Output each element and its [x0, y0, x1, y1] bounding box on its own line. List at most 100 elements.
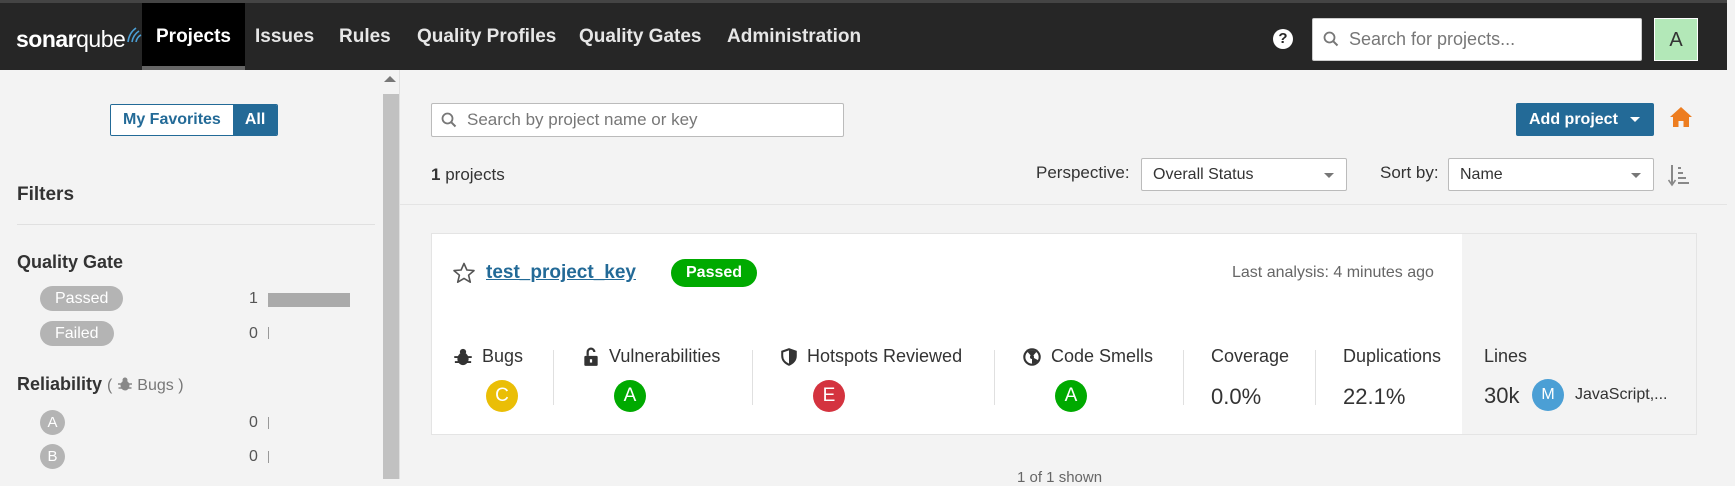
lines-metric-label: Lines: [1484, 346, 1527, 367]
perspective-value: Overall Status: [1153, 166, 1254, 183]
filters-title: Filters: [17, 184, 75, 205]
nav-administration[interactable]: Administration: [713, 3, 875, 70]
vulnerabilities-rating[interactable]: A: [614, 380, 646, 412]
quality-gate-passed-option[interactable]: Passed: [40, 286, 124, 311]
logo-text-bold: sonar: [16, 26, 77, 52]
duplications-label: Duplications: [1343, 346, 1442, 366]
chevron-down-icon: [1324, 173, 1334, 178]
scroll-up-arrow-icon[interactable]: [384, 76, 396, 82]
bug-icon: [454, 348, 472, 365]
coverage-value[interactable]: 0.0%: [1211, 384, 1261, 410]
bugs-metric-label[interactable]: Bugs: [453, 346, 523, 367]
chevron-down-icon: [1630, 117, 1640, 122]
nav-quality-gates[interactable]: Quality Gates: [565, 3, 716, 70]
reliability-b-option[interactable]: B: [40, 444, 65, 469]
my-favorites-button[interactable]: My Favorites: [111, 105, 233, 135]
user-avatar[interactable]: A: [1654, 18, 1698, 61]
bugs-rating[interactable]: C: [486, 380, 518, 412]
lines-label: Lines: [1484, 346, 1528, 366]
projects-count: 1 projects: [431, 165, 505, 185]
unlock-icon: [584, 347, 598, 366]
projects-count-number: 1: [431, 165, 441, 184]
favorite-star-icon[interactable]: [452, 262, 476, 284]
metric-separator: [1183, 350, 1184, 405]
logo-waves-icon: [127, 27, 142, 43]
favorites-toggle: My Favorites All: [110, 104, 279, 136]
hotspots-metric-label[interactable]: Hotspots Reviewed: [780, 346, 962, 367]
top-navigation-bar: sonar qube Projects Issues Rules Quality …: [0, 0, 1727, 70]
add-project-button[interactable]: Add project: [1516, 103, 1654, 136]
reliability-close-paren: ): [178, 377, 184, 394]
project-size-badge: M: [1532, 379, 1564, 411]
metric-separator: [553, 350, 554, 405]
hotspots-label: Hotspots Reviewed: [807, 346, 963, 366]
coverage-metric-label[interactable]: Coverage: [1211, 346, 1289, 367]
quality-gate-facet-title[interactable]: Quality Gate: [17, 252, 123, 273]
global-search-input[interactable]: [1347, 19, 1637, 60]
projects-count-label: projects: [445, 165, 505, 184]
quality-gate-passed-bar: [268, 293, 350, 307]
code-smells-rating[interactable]: A: [1055, 380, 1087, 412]
nav-rules[interactable]: Rules: [325, 3, 405, 70]
reliability-subtitle: ( Bugs ): [107, 377, 183, 394]
reliability-b-count: 0: [249, 448, 258, 465]
lines-value[interactable]: 30k: [1484, 383, 1519, 409]
last-analysis-text: Last analysis: 4 minutes ago: [1232, 264, 1434, 281]
all-button[interactable]: All: [232, 105, 278, 135]
coverage-label: Coverage: [1211, 346, 1290, 366]
reliability-facet-title[interactable]: Reliability ( Bugs ): [17, 374, 184, 395]
sort-label: Sort by:: [1380, 163, 1439, 182]
main-divider: [400, 204, 1727, 205]
nav-quality-profiles[interactable]: Quality Profiles: [403, 3, 570, 70]
reliability-a-option[interactable]: A: [40, 410, 65, 435]
reliability-b-bar: [268, 451, 269, 463]
add-project-label: Add project: [1529, 111, 1618, 128]
shield-icon: [781, 347, 797, 366]
nav-projects[interactable]: Projects: [142, 3, 245, 70]
nav-issues[interactable]: Issues: [241, 3, 328, 70]
quality-gate-status-badge: Passed: [671, 259, 758, 287]
reliability-a-bar: [268, 417, 269, 429]
perspective-select[interactable]: Overall Status: [1141, 158, 1347, 191]
shown-count: 1 of 1 shown: [1017, 469, 1103, 486]
home-icon[interactable]: [1669, 106, 1693, 128]
bug-icon: [117, 377, 132, 391]
duplications-value[interactable]: 22.1%: [1343, 384, 1405, 410]
quality-gate-failed-count: 0: [249, 325, 258, 342]
bugs-label: Bugs: [482, 346, 524, 366]
project-search-input[interactable]: [465, 104, 835, 136]
hotspots-rating[interactable]: E: [813, 380, 845, 412]
reliability-subtitle-text: Bugs: [137, 377, 174, 394]
code-smells-metric-label[interactable]: Code Smells: [1022, 346, 1153, 367]
sort-value: Name: [1460, 166, 1503, 183]
code-smells-label: Code Smells: [1051, 346, 1154, 366]
search-icon: [441, 112, 457, 128]
duplications-metric-label[interactable]: Duplications: [1343, 346, 1441, 367]
sort-direction-icon[interactable]: [1668, 163, 1690, 187]
reliability-open-paren: (: [107, 377, 113, 394]
logo-text-light: qube: [76, 26, 126, 52]
global-search[interactable]: [1312, 18, 1642, 61]
perspective-label: Perspective:: [1036, 163, 1130, 182]
sidebar-scrollbar-thumb[interactable]: [383, 94, 399, 479]
sort-select[interactable]: Name: [1448, 158, 1654, 191]
reliability-title-text: Reliability: [17, 374, 103, 394]
quality-gate-passed-count: 1: [249, 290, 258, 307]
chevron-down-icon: [1631, 173, 1641, 178]
vulnerabilities-label: Vulnerabilities: [609, 346, 721, 366]
search-icon: [1323, 31, 1339, 47]
quality-gate-failed-option[interactable]: Failed: [40, 321, 114, 346]
sonarqube-logo[interactable]: sonar qube: [16, 21, 142, 53]
project-name-link[interactable]: test_project_key: [486, 262, 636, 284]
metric-separator: [994, 350, 995, 405]
reliability-a-count: 0: [249, 414, 258, 431]
languages-text: JavaScript,...: [1575, 386, 1668, 403]
filters-divider: [17, 224, 375, 225]
vulnerabilities-metric-label[interactable]: Vulnerabilities: [582, 346, 720, 367]
project-search[interactable]: [431, 103, 844, 137]
quality-gate-failed-bar: [268, 327, 269, 339]
code-smell-icon: [1023, 347, 1041, 366]
metric-separator: [752, 350, 753, 405]
metric-separator: [1315, 350, 1316, 405]
help-icon[interactable]: ?: [1273, 29, 1293, 49]
